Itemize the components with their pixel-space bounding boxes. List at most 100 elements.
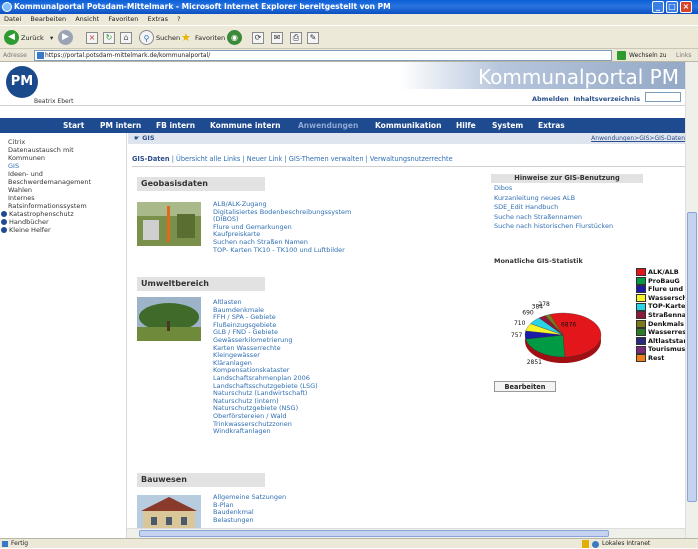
search-icon[interactable]: ⚲ — [139, 30, 154, 45]
menu-bearbeiten[interactable]: Bearbeiten — [30, 15, 66, 23]
forward-arrow-icon[interactable]: ▶ — [58, 30, 73, 45]
umwelt-links: Altlasten Baumdenkmale FFH / SPA - Gebie… — [213, 298, 318, 436]
gis-statistics-pie-chart: 68762851757710690384278 — [511, 301, 602, 366]
sidebar-item-wahlen[interactable]: Wahlen — [8, 186, 126, 194]
go-button-label[interactable]: Wechseln zu — [629, 49, 667, 62]
address-input[interactable]: https://portal.potsdam-mittelmark.de/kom… — [34, 50, 612, 61]
minimize-icon[interactable]: _ — [652, 1, 664, 13]
tab-gis-daten[interactable]: GIS-Daten — [132, 155, 170, 163]
hint-link-dibos[interactable]: Dibos — [494, 184, 613, 194]
legend-swatch — [636, 328, 646, 337]
sidebar-item-kleine-helfer[interactable]: Kleine Helfer — [1, 226, 126, 234]
media-icon[interactable]: ◉ — [227, 30, 242, 45]
nav-hilfe[interactable]: Hilfe — [456, 118, 476, 133]
stop-icon[interactable]: × — [86, 32, 98, 44]
vertical-scrollbar[interactable] — [685, 62, 698, 538]
hint-link-strassennamen[interactable]: Suche nach Straßennamen — [494, 213, 613, 223]
geobasis-links: ALB/ALK-Zugang Digitalisiertes Bodenbesc… — [213, 200, 351, 255]
menu-help[interactable]: ? — [177, 15, 180, 23]
refresh-icon[interactable]: ↻ — [103, 32, 115, 44]
nav-anwendungen[interactable]: Anwendungen — [298, 118, 358, 133]
nav-system[interactable]: System — [492, 118, 523, 133]
legend-label: Wassersch — [648, 293, 685, 302]
back-dropdown-icon[interactable]: ▾ — [50, 31, 53, 45]
menu-favoriten[interactable]: Favoriten — [108, 15, 138, 23]
legend-swatch — [636, 354, 646, 363]
back-arrow-icon[interactable]: ◀ — [4, 30, 19, 45]
link-top-karten[interactable]: TOP- Karten TK10 - TK100 und Luftbilder — [213, 246, 351, 255]
legend-item: Rest — [636, 354, 685, 363]
vertical-scroll-thumb[interactable] — [687, 212, 697, 502]
section-geobasisdaten: Geobasisdaten — [137, 177, 265, 191]
favorites-button-label[interactable]: Favoriten — [195, 31, 225, 45]
logout-link[interactable]: Abmelden — [532, 95, 569, 103]
go-arrow-icon[interactable] — [617, 51, 626, 60]
breadcrumb-path[interactable]: Anwendungen>GIS>GIS-Daten — [591, 133, 685, 144]
main-nav: Start PM intern FB intern Kommune intern… — [0, 118, 685, 133]
home-icon[interactable]: ⌂ — [120, 32, 132, 44]
index-link[interactable]: Inhaltsverzeichnis — [573, 95, 640, 103]
tab-others[interactable]: Übersicht alle Links | Neuer Link | GIS-… — [176, 155, 453, 163]
sidebar-item-citrix[interactable]: Citrix — [8, 138, 126, 146]
hint-link-kurzanleitung[interactable]: Kurzanleitung neues ALB — [494, 194, 613, 204]
legend-item: Altlaststan — [636, 337, 685, 346]
hint-link-flurstuecke[interactable]: Suche nach historischen Flurstücken — [494, 222, 613, 232]
hints-header: Hinweise zur GIS-Benutzung — [491, 174, 643, 183]
legend-label: ProBauG — [648, 276, 680, 285]
legend-swatch — [636, 311, 646, 320]
edit-button[interactable]: Bearbeiten — [494, 381, 556, 392]
link-windkraftanlagen[interactable]: Windkraftanlagen — [213, 427, 318, 436]
legend-swatch — [636, 345, 646, 354]
legend-swatch — [636, 276, 646, 285]
horizontal-scroll-thumb[interactable] — [139, 530, 609, 537]
link-belastungen[interactable]: Belastungen — [213, 516, 286, 525]
header-spacer — [0, 106, 685, 118]
search-button-label[interactable]: Suchen — [156, 31, 180, 45]
bullet-icon — [1, 219, 7, 225]
sidebar-item-ideen[interactable]: Ideen- und Beschwerdemanagement — [8, 170, 114, 186]
bullet-icon — [1, 211, 7, 217]
menu-datei[interactable]: Datei — [4, 15, 21, 23]
tabs-divider — [132, 166, 685, 167]
legend-label: Flure und — [648, 285, 684, 294]
nav-fb-intern[interactable]: FB intern — [156, 118, 195, 133]
back-button-label[interactable]: Zurück — [21, 31, 44, 45]
legend-item: TOP-Karte — [636, 302, 685, 311]
nav-kommune-intern[interactable]: Kommune intern — [210, 118, 280, 133]
sidebar-item-handbuecher[interactable]: Handbücher — [1, 218, 126, 226]
legend-label: Wasserres — [648, 328, 685, 337]
header-search-input[interactable] — [645, 92, 681, 102]
print-icon[interactable]: ⎙ — [290, 32, 302, 44]
horizontal-scrollbar[interactable] — [127, 528, 685, 538]
sidebar-item-gis[interactable]: GIS — [8, 162, 126, 170]
history-icon[interactable]: ⟳ — [252, 32, 264, 44]
stats-title: Monatliche GIS-Statistik — [494, 257, 583, 265]
menu-extras[interactable]: Extras — [148, 15, 169, 23]
sidebar-item-katastrophenschutz[interactable]: Katastrophenschutz — [1, 210, 126, 218]
address-label: Adresse — [3, 52, 27, 59]
maximize-icon[interactable]: □ — [666, 1, 678, 13]
nav-extras[interactable]: Extras — [538, 118, 565, 133]
nav-start[interactable]: Start — [63, 118, 84, 133]
nav-kommunikation[interactable]: Kommunikation — [375, 118, 441, 133]
legend-item: Tourismus — [636, 345, 685, 354]
links-label[interactable]: Links — [676, 49, 691, 62]
page-status-icon — [2, 541, 8, 547]
portal-title: Kommunalportal PM — [478, 65, 679, 89]
hint-link-sde-edit[interactable]: SDE_Edit Handbuch — [494, 203, 613, 213]
edit-icon[interactable]: ✎ — [307, 32, 319, 44]
pie-value-label-1: 2851 — [527, 359, 542, 366]
window-titlebar: Kommunalportal Potsdam-Mittelmark - Micr… — [0, 0, 698, 14]
favorites-star-icon[interactable]: ★ — [181, 31, 191, 45]
legend-label: Rest — [648, 353, 665, 362]
close-icon[interactable]: × — [680, 1, 692, 13]
menu-ansicht[interactable]: Ansicht — [75, 15, 99, 23]
nav-pm-intern[interactable]: PM intern — [100, 118, 141, 133]
bauwesen-links: Allgemeine Satzungen B-Plan Baudenkmal B… — [213, 493, 286, 525]
sidebar-item-datenaustausch[interactable]: Datenaustausch mit Kommunen — [8, 146, 88, 162]
pie-value-label-2: 757 — [511, 332, 523, 339]
sidebar-item-internes[interactable]: Internes Ratsinformationssystem — [8, 194, 114, 210]
mail-icon[interactable]: ✉ — [271, 32, 283, 44]
section-bauwesen: Bauwesen — [137, 473, 265, 487]
legend-item: Wassersch — [636, 294, 685, 303]
